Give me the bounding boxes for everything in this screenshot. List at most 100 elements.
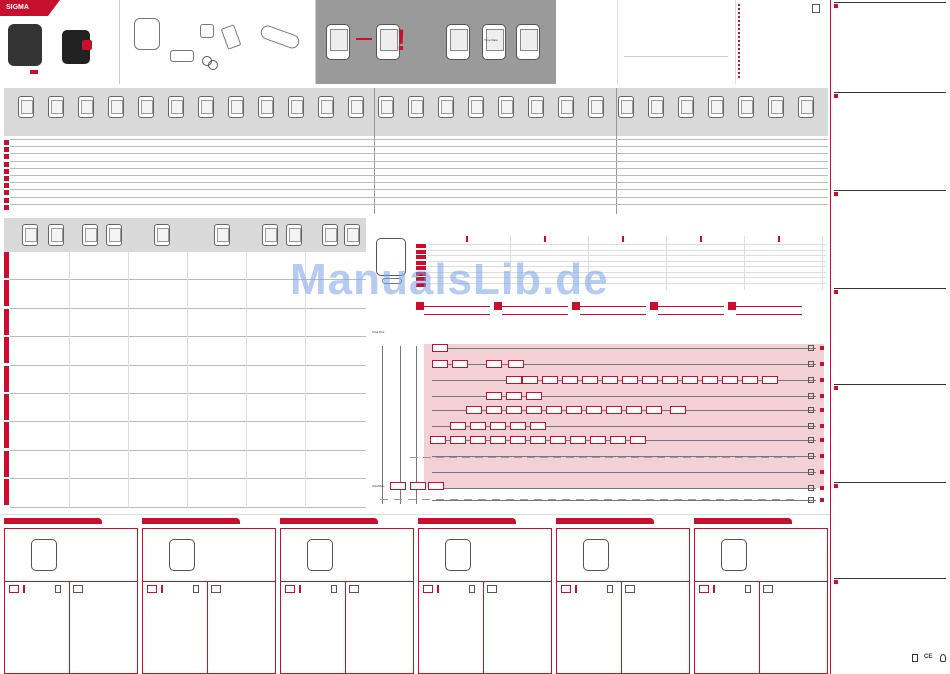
column-line — [744, 236, 745, 290]
flow-box — [542, 376, 558, 384]
flow-tick — [410, 452, 418, 458]
brand-mark-red — [30, 70, 38, 74]
flow-end-marker — [820, 470, 824, 474]
section-rule — [834, 92, 946, 93]
flow-tick — [475, 452, 483, 458]
flow-box — [526, 392, 542, 400]
card-divider — [143, 581, 275, 582]
card-device — [721, 539, 747, 571]
screen-label-time-date: Time Date — [484, 38, 498, 42]
flow-tick — [716, 494, 724, 500]
button-icon — [211, 585, 221, 593]
flow-end-icon — [808, 345, 814, 351]
display-device-icon — [708, 96, 724, 118]
step-card — [4, 528, 138, 674]
row-line — [10, 506, 366, 508]
row-line — [10, 175, 828, 176]
card-divider-v — [69, 581, 70, 673]
flow-box — [506, 406, 522, 414]
row-marker — [4, 479, 9, 506]
row-marker — [4, 190, 9, 196]
flow-tick — [534, 494, 542, 500]
card-divider — [419, 581, 551, 582]
flow-box — [470, 422, 486, 430]
flow-box — [506, 376, 522, 384]
flow-tick — [735, 452, 743, 458]
battery-icon — [469, 585, 475, 593]
row-marker — [4, 154, 9, 160]
flow-tick — [553, 452, 561, 458]
display-device-icon — [18, 96, 34, 118]
column-line — [69, 252, 70, 508]
warning-icon — [437, 585, 439, 593]
display-device-icon — [678, 96, 694, 118]
row-line — [10, 139, 828, 140]
column-marker-icon — [622, 236, 624, 242]
tip-icon — [940, 654, 946, 662]
ce-mark-icon: CE — [924, 654, 933, 660]
display-device-icon — [318, 96, 334, 118]
flow-tick — [408, 494, 416, 500]
button-icon — [625, 585, 635, 593]
battery-icon — [331, 585, 337, 593]
flow-connector — [432, 348, 816, 349]
flow-tick — [660, 494, 668, 500]
card-divider — [557, 581, 689, 582]
warning-icon — [9, 585, 19, 593]
battery-icon — [745, 585, 751, 593]
flow-box — [742, 376, 758, 384]
row-line — [10, 182, 828, 184]
flow-trunk — [400, 346, 401, 504]
section-marker — [4, 518, 8, 522]
flow-box — [606, 406, 622, 414]
function-device-icon — [286, 224, 302, 246]
flow-end-icon — [808, 393, 814, 399]
section-rule — [834, 578, 946, 579]
section-marker — [280, 518, 284, 522]
flow-box — [550, 436, 566, 444]
flow-label-total: Total Dist — [372, 330, 385, 334]
flow-tick — [618, 452, 626, 458]
flow-box — [570, 436, 586, 444]
flow-box — [466, 406, 482, 414]
flow-tick — [696, 452, 704, 458]
section-rule — [834, 2, 946, 3]
row-line — [10, 449, 366, 451]
flow-tick — [646, 494, 654, 500]
flow-box — [566, 406, 582, 414]
warning-icon — [713, 585, 715, 593]
section-marker — [834, 484, 838, 488]
device-outline — [134, 18, 160, 50]
card-device — [583, 539, 609, 571]
display-device-icon — [48, 96, 64, 118]
flow-box — [582, 376, 598, 384]
magnet-outline — [220, 24, 242, 50]
display-device-icon — [558, 96, 574, 118]
flow-tick — [436, 494, 444, 500]
row-line — [10, 153, 828, 155]
section-marker — [834, 290, 838, 294]
flow-box — [508, 360, 524, 368]
flow-tick — [657, 452, 665, 458]
display-device-icon — [108, 96, 124, 118]
flow-box — [522, 376, 538, 384]
flow-box — [450, 422, 466, 430]
display-device-icon — [78, 96, 94, 118]
column-marker-icon — [544, 236, 546, 242]
flow-box — [486, 360, 502, 368]
row-line — [424, 306, 490, 307]
section-marker — [556, 518, 560, 522]
flow-box — [432, 344, 448, 352]
row-marker — [416, 249, 426, 254]
section-marker — [834, 386, 838, 390]
display-device-icon — [498, 96, 514, 118]
flow-tick — [478, 494, 486, 500]
mount-outline — [170, 50, 194, 62]
display-device-icon — [618, 96, 634, 118]
flow-tick — [604, 494, 612, 500]
display-device-icon — [588, 96, 604, 118]
flow-tick — [514, 452, 522, 458]
section-marker — [834, 4, 838, 8]
device-screen-before — [326, 24, 350, 60]
row-line — [580, 314, 646, 315]
